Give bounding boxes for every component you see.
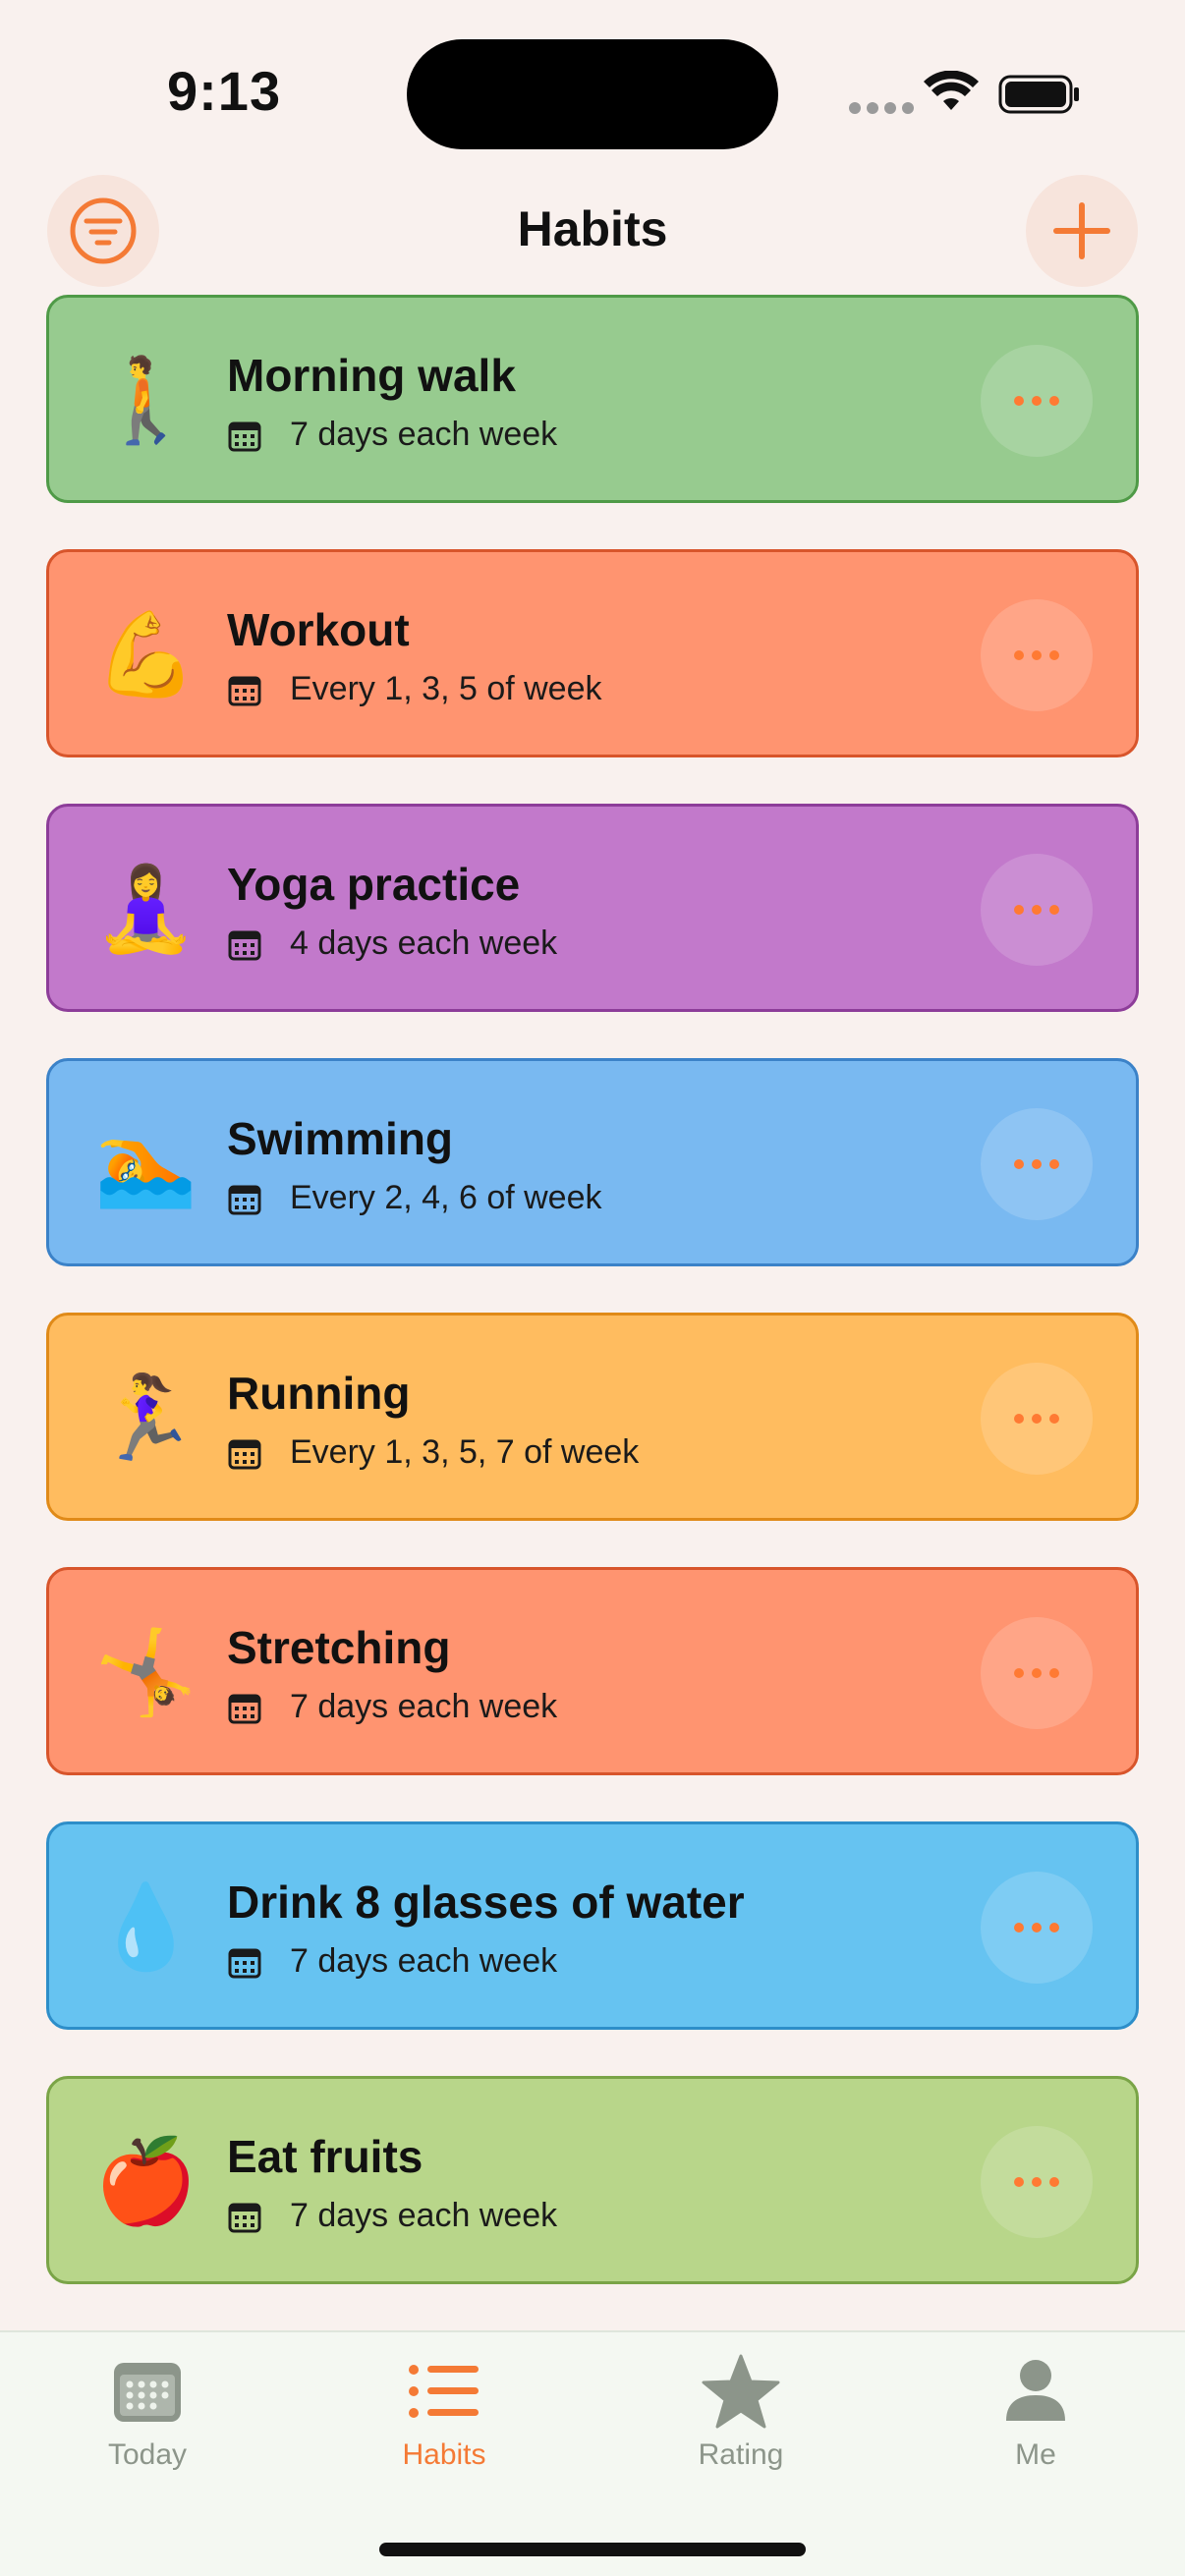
habit-name: Running — [227, 1368, 411, 1419]
running-person-emoji-icon: 🏃‍♀️ — [94, 1372, 198, 1464]
page-title: Habits — [517, 201, 668, 256]
habit-schedule-text: 4 days each week — [290, 924, 558, 962]
habit-schedule: Every 1, 3, 5 of week — [227, 670, 602, 708]
habit-card[interactable]: 💧 Drink 8 glasses of water 7 days each w… — [46, 1821, 1139, 2030]
habit-schedule-text: Every 1, 3, 5, 7 of week — [290, 1433, 640, 1471]
list-icon — [408, 2352, 480, 2431]
habit-schedule: 7 days each week — [227, 1942, 557, 1981]
person-icon — [1004, 2352, 1067, 2431]
habit-name: Drink 8 glasses of water — [227, 1876, 745, 1928]
flexed-biceps-emoji-icon: 💪 — [94, 608, 198, 700]
calendar-icon — [228, 2203, 261, 2232]
dynamic-island — [407, 39, 778, 149]
tab-today[interactable]: Today — [0, 2332, 295, 2480]
tab-bar: Today Habits Rating Me — [0, 2330, 1185, 2576]
habit-name: Workout — [227, 604, 410, 655]
tab-label: Habits — [402, 2438, 486, 2471]
yoga-person-emoji-icon: 🧘‍♀️ — [94, 863, 198, 955]
plus-icon — [1053, 202, 1110, 259]
calendar-icon — [228, 1185, 261, 1214]
habit-card[interactable]: 🏊 Swimming Every 2, 4, 6 of week — [46, 1058, 1139, 1266]
habit-schedule: 7 days each week — [227, 1688, 557, 1726]
status-bar: 9:13 — [0, 0, 1185, 167]
habit-schedule-text: 7 days each week — [290, 1942, 558, 1980]
cartwheel-emoji-icon: 🤸 — [94, 1626, 198, 1718]
calendar-icon — [228, 421, 261, 451]
habit-card[interactable]: 🏃‍♀️ Running Every 1, 3, 5, 7 of week — [46, 1313, 1139, 1521]
more-options-button[interactable] — [981, 1108, 1093, 1220]
habit-name: Yoga practice — [227, 859, 521, 910]
more-options-button[interactable] — [981, 345, 1093, 457]
swimmer-emoji-icon: 🏊 — [94, 1117, 198, 1209]
status-time: 9:13 — [167, 60, 282, 122]
more-options-button[interactable] — [981, 1872, 1093, 1984]
calendar-icon — [228, 676, 261, 705]
habit-card[interactable]: 🤸 Stretching 7 days each week — [46, 1567, 1139, 1775]
habit-card[interactable]: 🚶 Morning walk 7 days each week — [46, 295, 1139, 503]
habit-list[interactable]: 🚶 Morning walk 7 days each week 💪 Workou… — [46, 295, 1139, 2328]
more-options-button[interactable] — [981, 2126, 1093, 2238]
more-options-button[interactable] — [981, 1363, 1093, 1475]
calendar-icon — [228, 930, 261, 960]
habit-schedule-text: Every 1, 3, 5 of week — [290, 670, 602, 707]
more-options-button[interactable] — [981, 599, 1093, 711]
habit-name: Eat fruits — [227, 2131, 423, 2182]
habit-card[interactable]: 💪 Workout Every 1, 3, 5 of week — [46, 549, 1139, 757]
walking-person-emoji-icon: 🚶 — [94, 354, 198, 446]
calendar-icon — [228, 1948, 261, 1978]
calendar-icon — [228, 1694, 261, 1723]
habit-name: Stretching — [227, 1622, 451, 1673]
habit-name: Morning walk — [227, 350, 516, 401]
habit-schedule-text: Every 2, 4, 6 of week — [290, 1179, 602, 1216]
tab-habits[interactable]: Habits — [297, 2332, 592, 2480]
star-icon — [702, 2352, 780, 2431]
habit-schedule-text: 7 days each week — [290, 416, 558, 453]
tab-me[interactable]: Me — [888, 2332, 1183, 2480]
habit-name: Swimming — [227, 1113, 454, 1164]
home-indicator[interactable] — [379, 2543, 806, 2556]
calendar-icon — [228, 1439, 261, 1469]
tab-label: Me — [1015, 2438, 1056, 2471]
cellular-signal-icon — [849, 102, 914, 114]
add-habit-button[interactable] — [1026, 175, 1138, 287]
habit-schedule: Every 1, 3, 5, 7 of week — [227, 1433, 639, 1472]
more-options-button[interactable] — [981, 854, 1093, 966]
habit-schedule: 4 days each week — [227, 924, 557, 963]
more-options-button[interactable] — [981, 1617, 1093, 1729]
habit-schedule-text: 7 days each week — [290, 1688, 558, 1725]
habit-card[interactable]: 🍎 Eat fruits 7 days each week — [46, 2076, 1139, 2284]
habit-schedule: 7 days each week — [227, 416, 557, 454]
habit-schedule: 7 days each week — [227, 2197, 557, 2235]
battery-icon — [998, 75, 1079, 114]
red-apple-emoji-icon: 🍎 — [94, 2135, 198, 2227]
tab-label: Rating — [698, 2438, 784, 2471]
calendar-icon — [112, 2352, 183, 2431]
tab-label: Today — [107, 2438, 188, 2471]
droplet-emoji-icon: 💧 — [94, 1880, 198, 1973]
tab-rating[interactable]: Rating — [593, 2332, 888, 2480]
habit-schedule-text: 7 days each week — [290, 2197, 558, 2234]
habit-schedule: Every 2, 4, 6 of week — [227, 1179, 602, 1217]
wifi-icon — [924, 71, 979, 110]
habit-card[interactable]: 🧘‍♀️ Yoga practice 4 days each week — [46, 804, 1139, 1012]
